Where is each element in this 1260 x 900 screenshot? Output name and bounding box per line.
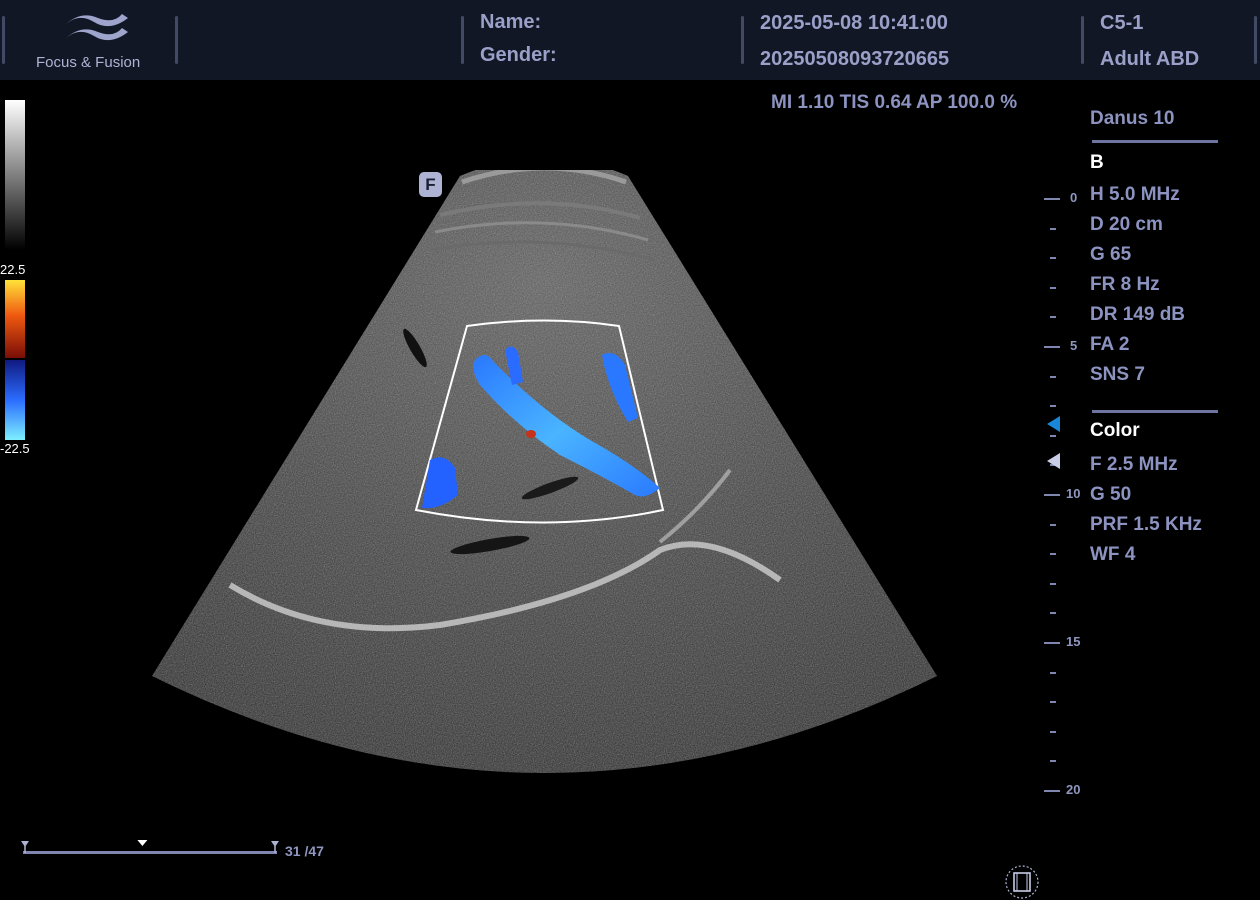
depth-label: 0 [1070,190,1078,205]
depth-major-tick [1044,494,1060,496]
color-velocity-bar [5,280,25,440]
film-icon[interactable] [1005,865,1039,899]
cine-slider[interactable] [20,838,280,858]
depth-label: 10 [1066,486,1081,501]
marker-triangle-icon[interactable] [1046,452,1062,470]
divider [461,16,464,64]
cine-position-marker[interactable] [137,840,148,846]
patient-name-label: Name: [480,11,542,33]
patient-gender-label: Gender: [480,44,557,66]
depth-minor-tick [1050,434,1056,437]
system-name: Danus 10 [1090,108,1175,129]
depth-minor-tick [1050,316,1056,319]
divider [741,16,744,64]
b-gain[interactable]: G 65 [1090,244,1131,266]
depth-label: 15 [1066,634,1081,649]
divider [175,16,178,64]
depth-label: 20 [1066,782,1081,797]
b-frame-average[interactable]: FA 2 [1090,334,1129,356]
color-wall-filter[interactable]: WF 4 [1090,544,1135,566]
divider [1081,16,1084,64]
color-prf[interactable]: PRF 1.5 KHz [1090,514,1202,536]
focus-triangle-icon[interactable] [1046,415,1062,433]
depth-label: 5 [1070,338,1078,353]
color-frequency[interactable]: F 2.5 MHz [1090,454,1178,476]
b-depth[interactable]: D 20 cm [1090,214,1163,236]
probe-name[interactable]: C5-1 [1100,12,1143,35]
depth-minor-tick [1050,671,1056,674]
divider [2,16,5,64]
acoustic-output-indices: MI 1.10 TIS 0.64 AP 100.0 % [771,92,1018,113]
exam-id: 20250508093720665 [760,48,950,70]
grayscale-bar [5,100,25,250]
top-bar: Focus & Fusion Name: Gender: 2025-05-08 … [0,0,1260,80]
depth-minor-tick [1050,227,1056,230]
logo-text: Focus & Fusion [36,54,141,71]
color-gain[interactable]: G 50 [1090,484,1131,506]
depth-minor-tick [1050,760,1056,763]
focus-marker[interactable]: F [419,172,442,197]
depth-minor-tick [1050,375,1056,378]
color-scale-min: -22.5 [0,441,30,456]
depth-major-tick [1044,790,1060,792]
depth-major-tick [1044,346,1060,348]
color-scale-max: 22.5 [0,262,26,277]
b-dynamic-range[interactable]: DR 149 dB [1090,304,1185,326]
divider [1092,410,1218,413]
ultrasound-image[interactable] [140,170,950,800]
cine-frame-counter: 31 /47 [285,843,324,859]
doppler-flow-red [526,430,536,438]
depth-minor-tick [1050,553,1056,556]
depth-minor-tick [1050,730,1056,733]
depth-minor-tick [1050,286,1056,289]
depth-minor-tick [1050,523,1056,526]
divider [1092,140,1218,143]
depth-minor-tick [1050,405,1056,408]
color-mode-title[interactable]: Color [1090,420,1140,442]
depth-minor-tick [1050,612,1056,615]
depth-minor-tick [1050,582,1056,585]
b-frame-rate[interactable]: FR 8 Hz [1090,274,1160,296]
depth-minor-tick [1050,257,1056,260]
exam-preset[interactable]: Adult ABD [1100,48,1199,71]
depth-major-tick [1044,642,1060,644]
logo-wave-icon [64,14,128,41]
b-mode-title[interactable]: B [1090,152,1104,174]
b-frequency[interactable]: H 5.0 MHz [1090,184,1180,206]
depth-minor-tick [1050,701,1056,704]
b-sensitivity[interactable]: SNS 7 [1090,364,1145,386]
divider [1254,16,1257,64]
depth-major-tick [1044,198,1060,200]
exam-datetime: 2025-05-08 10:41:00 [760,12,948,34]
